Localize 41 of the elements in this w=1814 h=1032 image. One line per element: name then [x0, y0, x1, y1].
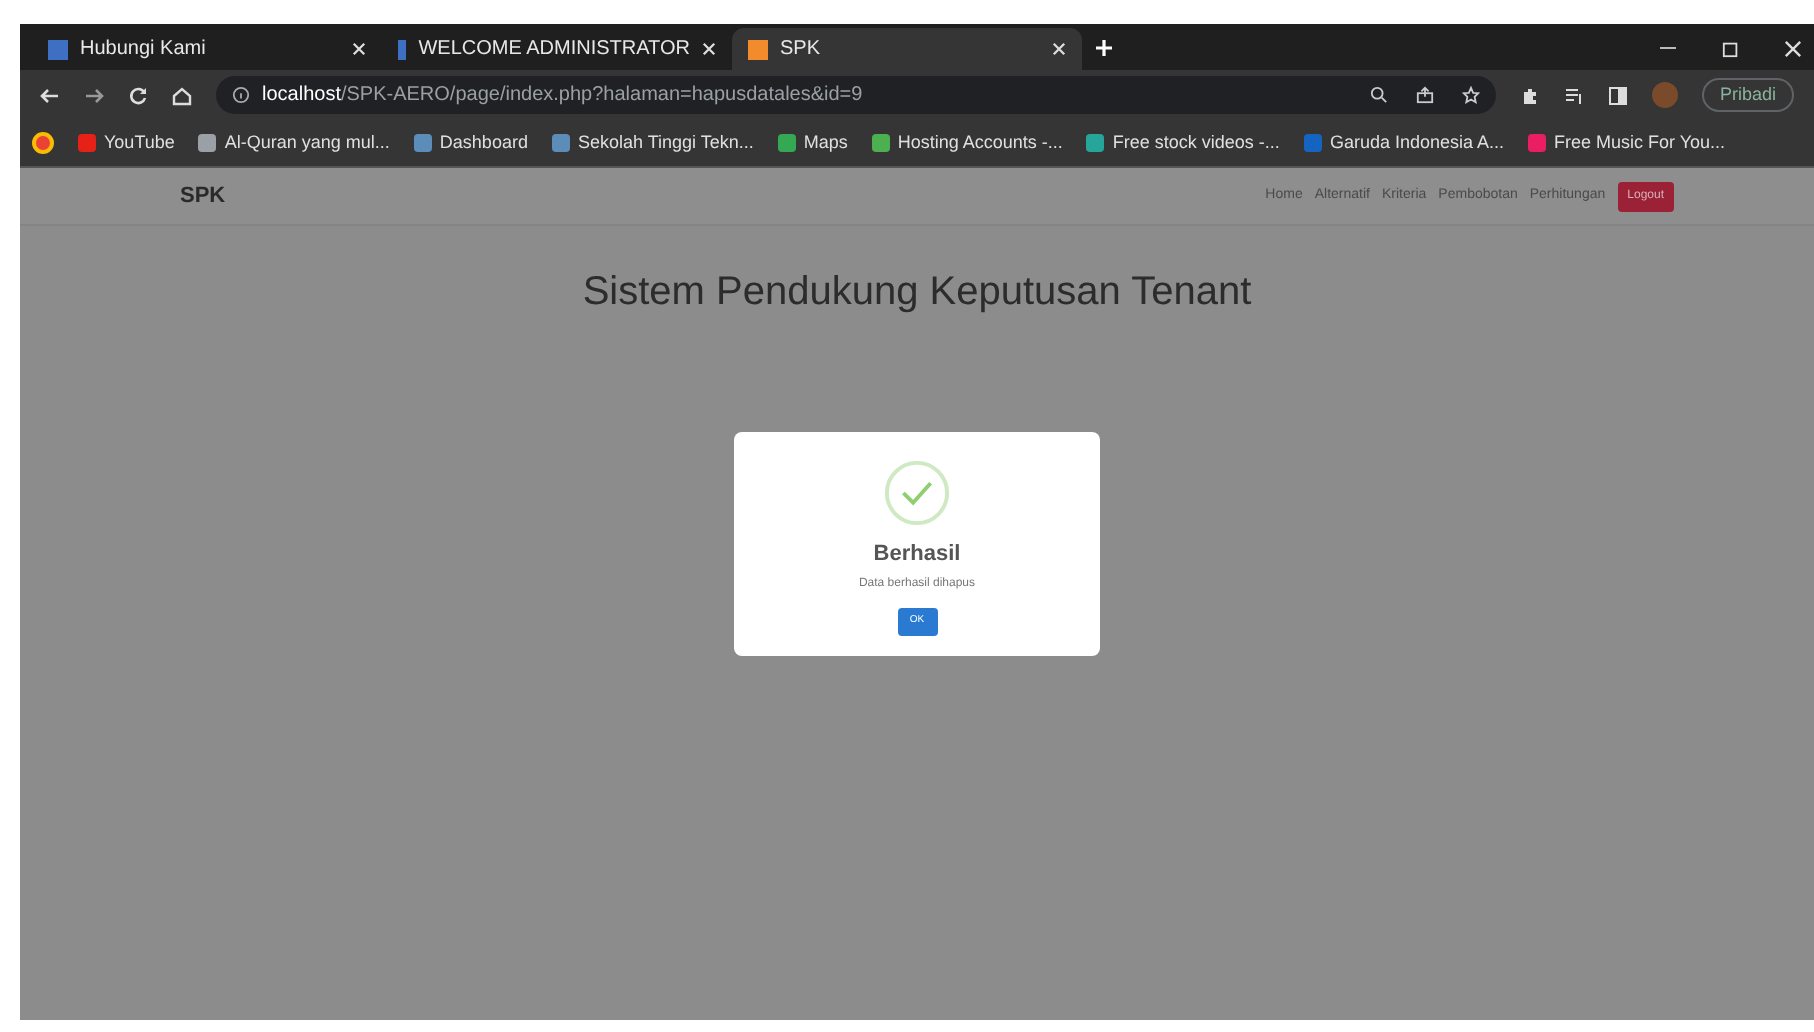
- bookmark-item[interactable]: YouTube: [78, 129, 175, 157]
- share-icon[interactable]: [1415, 86, 1434, 104]
- apps-icon[interactable]: [32, 132, 54, 154]
- address-field[interactable]: localhost/SPK-AERO/page/index.php?halaman=hapusdatales&id=9: [216, 76, 1496, 114]
- tab-title: SPK: [780, 36, 823, 64]
- profile-button[interactable]: Pribadi: [1701, 78, 1794, 112]
- browser-tab[interactable]: SPK: [732, 28, 1082, 70]
- bookmark-item[interactable]: Al-Quran yang mul...: [198, 129, 390, 157]
- bookmark-item[interactable]: Dashboard: [413, 129, 528, 157]
- bookmark-item[interactable]: Hosting Accounts -...: [871, 129, 1063, 157]
- bookmark-item[interactable]: Garuda Indonesia A...: [1303, 129, 1504, 157]
- tab-title: Hubungi Kami: [80, 36, 208, 64]
- url-text: localhost/SPK-AERO/page/index.php?halaman=hapusdatales&id=9: [262, 82, 863, 110]
- zoom-icon[interactable]: [1369, 86, 1388, 104]
- bookmark-item[interactable]: Sekolah Tinggi Tekn...: [551, 129, 754, 157]
- home-icon[interactable]: [172, 85, 192, 105]
- bookmark-item[interactable]: Free Music For You...: [1528, 129, 1726, 157]
- puzzle-icon[interactable]: [1519, 85, 1540, 105]
- playlist-icon[interactable]: [1563, 85, 1584, 105]
- sidebar-icon[interactable]: [1607, 85, 1628, 105]
- dialog-title: Berhasil: [873, 540, 961, 570]
- close-window-icon[interactable]: [1784, 40, 1802, 58]
- favicon-icon: [748, 39, 768, 59]
- back-icon[interactable]: [40, 85, 60, 105]
- restore-icon[interactable]: [1722, 40, 1740, 58]
- brand-text[interactable]: SPK: [180, 179, 226, 213]
- favicon-icon: [48, 39, 68, 59]
- favicon-icon: [398, 39, 407, 59]
- tab-title: WELCOME ADMINISTRATOR: [418, 36, 690, 64]
- bookmark-item[interactable]: Free stock videos -...: [1086, 129, 1280, 157]
- bookmark-item[interactable]: Maps: [777, 129, 848, 157]
- check-icon: [884, 460, 950, 526]
- close-icon[interactable]: [1052, 42, 1066, 56]
- reload-icon[interactable]: [128, 85, 148, 105]
- close-icon[interactable]: [352, 42, 366, 56]
- star-icon[interactable]: [1461, 86, 1480, 104]
- new-tab-icon[interactable]: [1094, 38, 1114, 58]
- info-icon: [232, 86, 250, 104]
- forward-icon[interactable]: [84, 85, 104, 105]
- close-icon[interactable]: [702, 42, 716, 56]
- page-title: Sistem Pendukung Keputusan Tenant: [580, 268, 1254, 318]
